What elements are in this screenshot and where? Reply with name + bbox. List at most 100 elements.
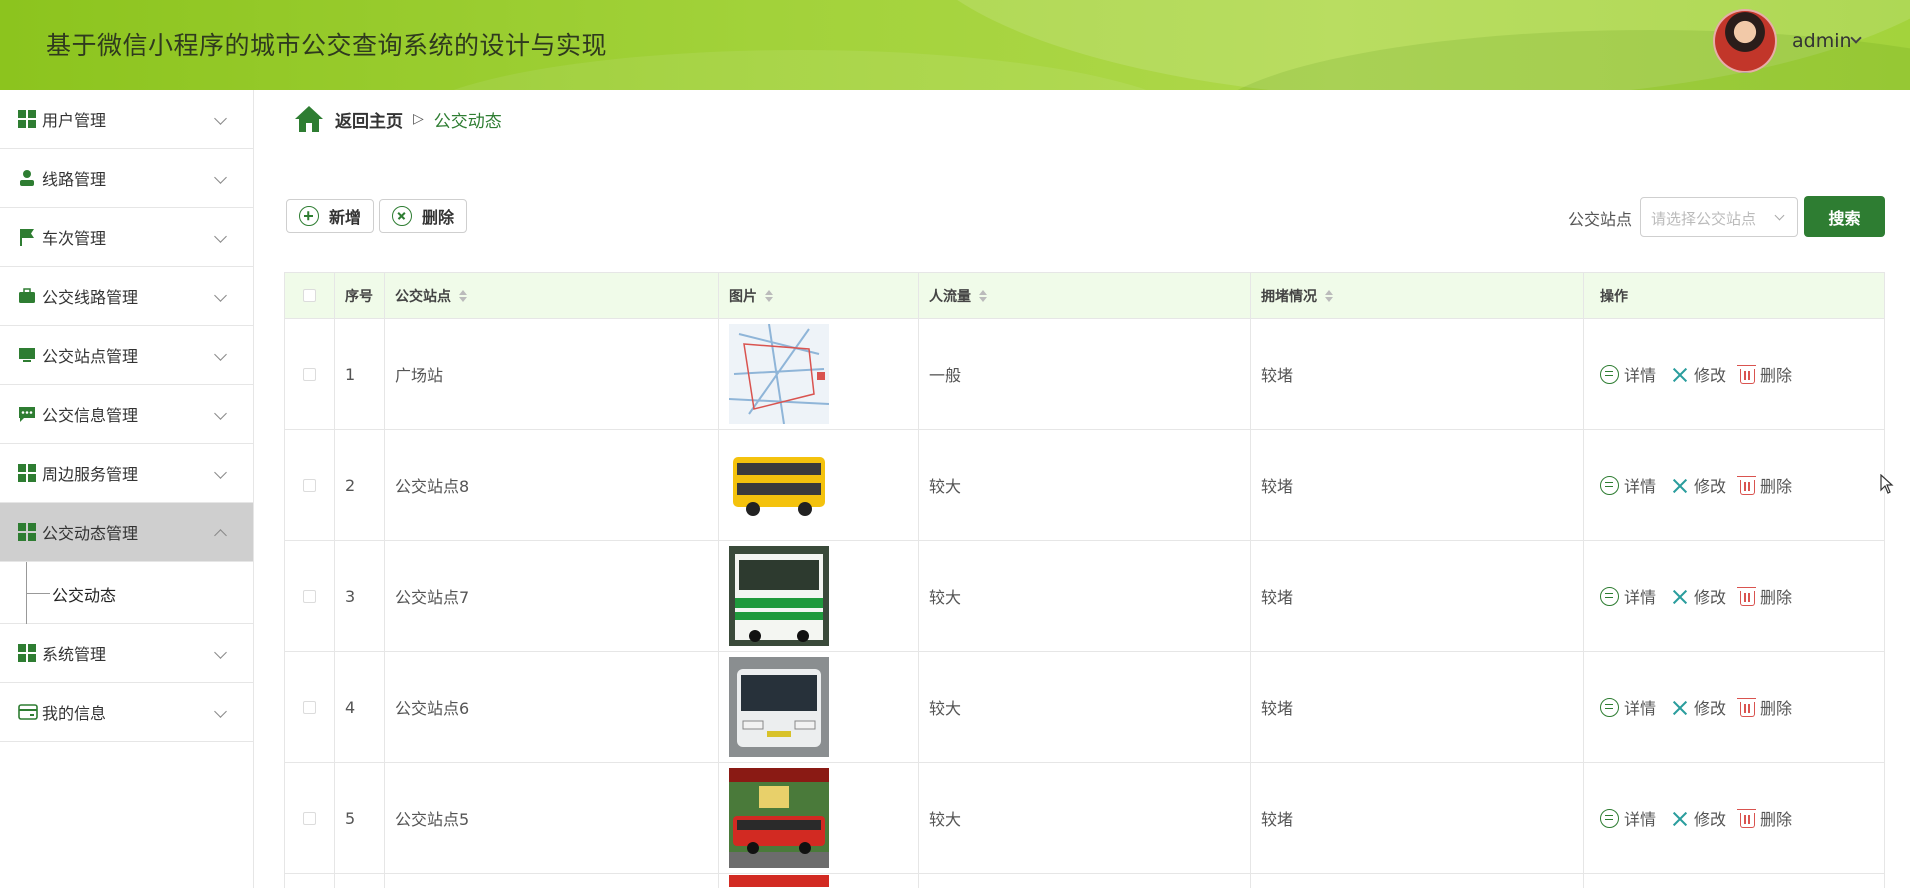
briefcase-icon [18, 287, 36, 305]
index-cell: 3 [335, 541, 385, 651]
search-button[interactable]: 搜索 [1804, 196, 1885, 237]
table-row: 5 公交站点5 较大 较堵 详情 修改 删除 [285, 763, 1884, 874]
row-checkbox[interactable] [303, 367, 316, 381]
delete-label: 删除 [1760, 477, 1793, 496]
detail-icon [1600, 697, 1619, 717]
wrench-icon [1670, 698, 1689, 717]
chevron-down-icon [214, 466, 227, 479]
station-select-placeholder: 请选择公交站点 [1651, 210, 1757, 228]
breadcrumb-home[interactable]: 返回主页 [335, 107, 403, 132]
sidebar-item-label: 公交线路管理 [42, 288, 139, 307]
index-cell [335, 874, 385, 888]
index-cell: 5 [335, 763, 385, 873]
header-cell[interactable]: 公交站点 [385, 273, 719, 318]
white-bus-image[interactable] [729, 657, 829, 757]
detail-button[interactable]: 详情 [1600, 584, 1656, 608]
image-cell [719, 874, 919, 888]
breadcrumb-current: 公交动态 [433, 111, 502, 132]
delete-button-label: 删除 [422, 208, 455, 227]
avatar[interactable] [1713, 9, 1777, 73]
trash-icon [1737, 586, 1757, 606]
sidebar-item-label: 公交站点管理 [42, 347, 139, 366]
sidebar-item-label: 公交动态管理 [42, 524, 139, 543]
column-header: 图片 [729, 288, 757, 305]
edit-label: 修改 [1694, 810, 1727, 829]
monitor-icon [18, 346, 36, 364]
sort-icon[interactable] [979, 289, 987, 302]
edit-button[interactable]: 修改 [1670, 584, 1726, 608]
row-select-cell [285, 430, 335, 540]
delete-row-button[interactable]: 删除 [1737, 473, 1793, 497]
add-button[interactable]: 新增 [286, 199, 375, 233]
edit-label: 修改 [1694, 366, 1727, 385]
yellow-bus-image[interactable] [729, 435, 829, 535]
flow-cell: 较大 [919, 763, 1251, 873]
sidebar-item-bus-info[interactable]: 公交信息管理 [0, 385, 253, 444]
row-select-cell [285, 652, 335, 762]
image-cell [719, 319, 919, 429]
submenu-item-bus-dynamics[interactable]: 公交动态 [0, 562, 253, 624]
edit-label: 修改 [1694, 588, 1727, 607]
detail-icon [1600, 475, 1619, 495]
green-bus-image[interactable] [729, 546, 829, 646]
detail-button[interactable]: 详情 [1600, 806, 1656, 830]
sidebar-item-nearby-services[interactable]: 周边服务管理 [0, 444, 253, 503]
grid-icon [18, 464, 36, 482]
row-checkbox[interactable] [303, 700, 316, 714]
edit-button[interactable]: 修改 [1670, 695, 1726, 719]
sidebar-item-system[interactable]: 系统管理 [0, 624, 253, 683]
user-name[interactable]: admin [1792, 30, 1852, 52]
edit-button[interactable]: 修改 [1670, 473, 1726, 497]
image-cell [719, 763, 919, 873]
detail-button[interactable]: 详情 [1600, 695, 1656, 719]
delete-label: 删除 [1760, 699, 1793, 718]
sidebar-item-bus-dynamics[interactable]: 公交动态管理 [0, 503, 253, 562]
sidebar-item-routes[interactable]: 线路管理 [0, 149, 253, 208]
detail-button[interactable]: 详情 [1600, 362, 1656, 386]
row-checkbox[interactable] [303, 478, 316, 492]
sort-icon[interactable] [1325, 289, 1333, 302]
station-select[interactable]: 请选择公交站点 [1640, 197, 1798, 237]
station-cell: 公交站点6 [385, 652, 719, 762]
sidebar-item-users[interactable]: 用户管理 [0, 90, 253, 149]
delete-row-button[interactable]: 删除 [1737, 362, 1792, 386]
row-checkbox[interactable] [303, 811, 316, 825]
table-row: 4 公交站点6 较大 较堵 详情 修改 删除 [285, 652, 1884, 763]
wrench-icon [1670, 809, 1689, 828]
congestion-cell: 较堵 [1251, 541, 1584, 651]
header-cell[interactable]: 人流量 [919, 273, 1251, 318]
sidebar-item-my-info[interactable]: 我的信息 [0, 683, 253, 742]
actions-cell [1584, 874, 1884, 888]
index-cell: 4 [335, 652, 385, 762]
wrench-icon [1670, 476, 1689, 495]
sidebar-item-bus-stations[interactable]: 公交站点管理 [0, 326, 253, 385]
edit-button[interactable]: 修改 [1670, 362, 1726, 386]
column-header: 操作 [1600, 288, 1628, 305]
sidebar-item-bus-routes[interactable]: 公交线路管理 [0, 267, 253, 326]
delete-row-button[interactable]: 删除 [1737, 695, 1793, 719]
header-cell[interactable]: 图片 [719, 273, 919, 318]
detail-label: 详情 [1624, 810, 1657, 829]
delete-button[interactable]: 删除 [379, 199, 468, 233]
delete-row-button[interactable]: 删除 [1737, 806, 1792, 830]
red-bus-image[interactable] [729, 768, 829, 868]
flag-icon [18, 228, 36, 246]
edit-button[interactable]: 修改 [1670, 806, 1726, 830]
map-thumbnail-image[interactable] [729, 324, 829, 424]
sidebar-item-trips[interactable]: 车次管理 [0, 208, 253, 267]
image-cell [719, 652, 919, 762]
sort-icon[interactable] [459, 289, 467, 302]
delete-row-button[interactable]: 删除 [1737, 584, 1792, 608]
sort-icon[interactable] [765, 289, 773, 302]
flow-cell: 较大 [919, 430, 1251, 540]
actions-cell: 详情 修改 删除 [1584, 430, 1884, 540]
chevron-down-icon [214, 348, 227, 361]
actions-cell: 详情 修改 删除 [1584, 652, 1884, 762]
row-checkbox[interactable] [303, 589, 316, 603]
select-all-checkbox[interactable] [303, 289, 316, 302]
home-icon[interactable] [295, 106, 323, 132]
header-cell[interactable]: 拥堵情况 [1251, 273, 1584, 318]
card-icon [18, 703, 38, 721]
detail-button[interactable]: 详情 [1600, 473, 1656, 497]
station-cell: 公交站点7 [385, 541, 719, 651]
